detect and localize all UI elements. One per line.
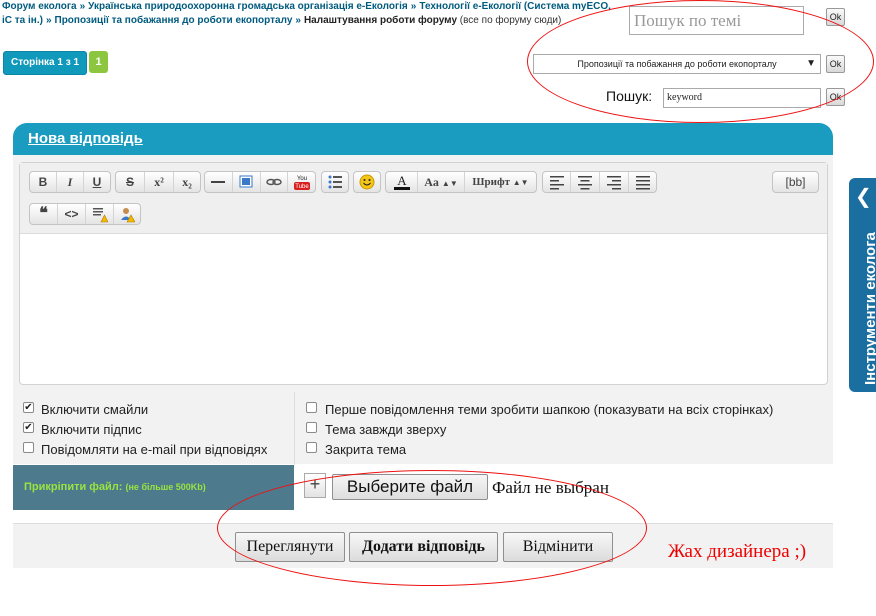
insert-link-button[interactable] [261,172,289,192]
choose-file-button[interactable]: Выберите файл [332,474,488,500]
svg-text:You: You [297,176,307,182]
block-button-group: ❝ <> [29,203,141,225]
italic-button[interactable]: I [57,172,84,192]
email-notify-checkbox[interactable] [23,442,34,453]
warning-user-icon [121,208,136,223]
font-family-label: Шрифт [472,176,510,188]
smiley-button[interactable] [354,172,380,192]
youtube-icon: You Tube [293,176,310,190]
breadcrumb-link-organization[interactable]: Українська природоохоронна громадська ор… [88,1,408,12]
breadcrumb: Форум еколога» Українська природоохоронна… [2,1,611,26]
align-left-button[interactable] [543,172,571,192]
code-button[interactable]: <> [58,204,86,224]
underline-button[interactable]: U [84,172,110,192]
submit-reply-button[interactable]: Додати відповідь [349,532,498,562]
enable-signature-checkbox[interactable]: ✔ [23,422,34,433]
forum-select-value: Пропозиції та побажання до роботи екопор… [577,59,777,69]
quote-icon: ❝ [39,205,48,222]
warning-button[interactable] [114,204,140,224]
breadcrumb-link-proposals[interactable]: Пропозиції та побажання до роботи екопор… [55,15,293,26]
image-icon [239,175,253,188]
align-center-icon [578,176,592,190]
file-status-text: Файл не выбран [492,478,609,497]
list-button-group [321,171,349,193]
align-center-button[interactable] [571,172,600,192]
smiley-button-group [353,171,381,193]
close-topic-checkbox[interactable] [306,442,317,453]
list-icon [328,175,342,189]
align-left-icon [549,176,564,190]
align-button-group [542,171,657,193]
attach-file-label: Прикріпити файл: (не більше 500Kb) [24,481,206,493]
insert-button-group: You Tube [204,171,316,193]
font-color-icon: A [393,173,410,190]
font-button-group: A Aa ▲▼ Шрифт ▲▼ [385,171,537,193]
insert-image-button[interactable] [233,172,261,192]
chevron-left-icon: ❮ [855,186,872,208]
quote-button[interactable]: ❝ [30,204,58,224]
font-size-select[interactable]: Aa ▲▼ [418,172,465,192]
subscript-button[interactable]: x₂ [174,172,200,192]
page-number-button[interactable]: 1 [89,51,108,73]
align-right-icon [607,176,621,190]
align-justify-button[interactable] [629,172,656,192]
code-icon: <> [64,207,79,221]
svg-text:A: A [397,173,407,188]
format-button-group: B I U [29,171,111,193]
enable-smilies-checkbox[interactable]: ✔ [23,402,34,413]
align-justify-icon [635,176,650,190]
breadcrumb-link-forum[interactable]: Форум еколога [2,1,77,12]
pin-topic-label: Тема завжди зверху [325,422,447,437]
attach-limit: (не більше 500Kb) [125,482,206,492]
font-family-select[interactable]: Шрифт ▲▼ [465,172,536,192]
superscript-button[interactable]: x² [145,172,174,192]
email-notify-label: Повідомляти на e-mail при відповідях [41,442,268,457]
spoiler-button[interactable] [86,204,114,224]
page-counter: Сторінка 1 з 1 [3,51,87,75]
forum-select[interactable]: Пропозиції та побажання до роботи екопор… [533,54,821,74]
search-ok-button[interactable]: Ok [826,88,845,106]
updown-icon: ▲▼ [512,178,529,187]
annotation-comment: Жах дизайнера ;) [668,541,807,562]
insert-youtube-button[interactable]: You Tube [288,172,315,192]
font-color-button[interactable]: A [386,172,418,192]
reply-panel-title[interactable]: Нова відповідь [28,130,143,147]
topic-search-input[interactable]: Пошук по темі [629,6,804,35]
search-label: Пошук: [606,88,653,104]
search-input[interactable]: keyword [663,88,821,108]
strike-button[interactable]: S [116,172,145,192]
forum-select-ok-button[interactable]: Ok [826,55,845,73]
add-file-button[interactable]: + [304,473,326,498]
breadcrumb-note: (все по форуму сюди) [459,15,562,26]
enable-smilies-label: Включити смайли [41,402,149,417]
updown-icon: ▲▼ [441,179,458,188]
sticky-first-post-checkbox[interactable] [306,402,317,413]
chevron-down-icon: ▼ [806,58,816,69]
eco-tools-label: Інструменти еколога [862,232,876,385]
script-button-group: S x² x₂ [115,171,201,193]
svg-text:Tube: Tube [295,184,309,190]
breadcrumb-current: Налаштування роботи форуму [303,15,457,26]
bbcode-toggle-button[interactable]: [bb] [773,172,818,192]
link-icon [266,178,282,186]
bbcode-button-group: [bb] [772,171,819,193]
align-right-button[interactable] [600,172,629,192]
close-topic-label: Закрита тема [325,442,407,457]
cancel-button[interactable]: Відмінити [503,532,613,562]
enable-signature-label: Включити підпис [41,422,142,437]
topic-search-ok-button[interactable]: Ok [826,8,845,26]
bold-button[interactable]: B [30,172,57,192]
pin-topic-checkbox[interactable] [306,422,317,433]
horizontal-rule-icon [211,181,226,183]
horizontal-rule-button[interactable] [205,172,233,192]
sticky-first-post-label: Перше повідомлення теми зробити шапкою (… [325,402,774,417]
font-size-label: Aa [424,175,439,189]
preview-button[interactable]: Переглянути [235,532,345,562]
spoiler-icon [92,208,108,223]
smiley-icon [359,174,375,190]
list-button[interactable] [322,172,348,192]
